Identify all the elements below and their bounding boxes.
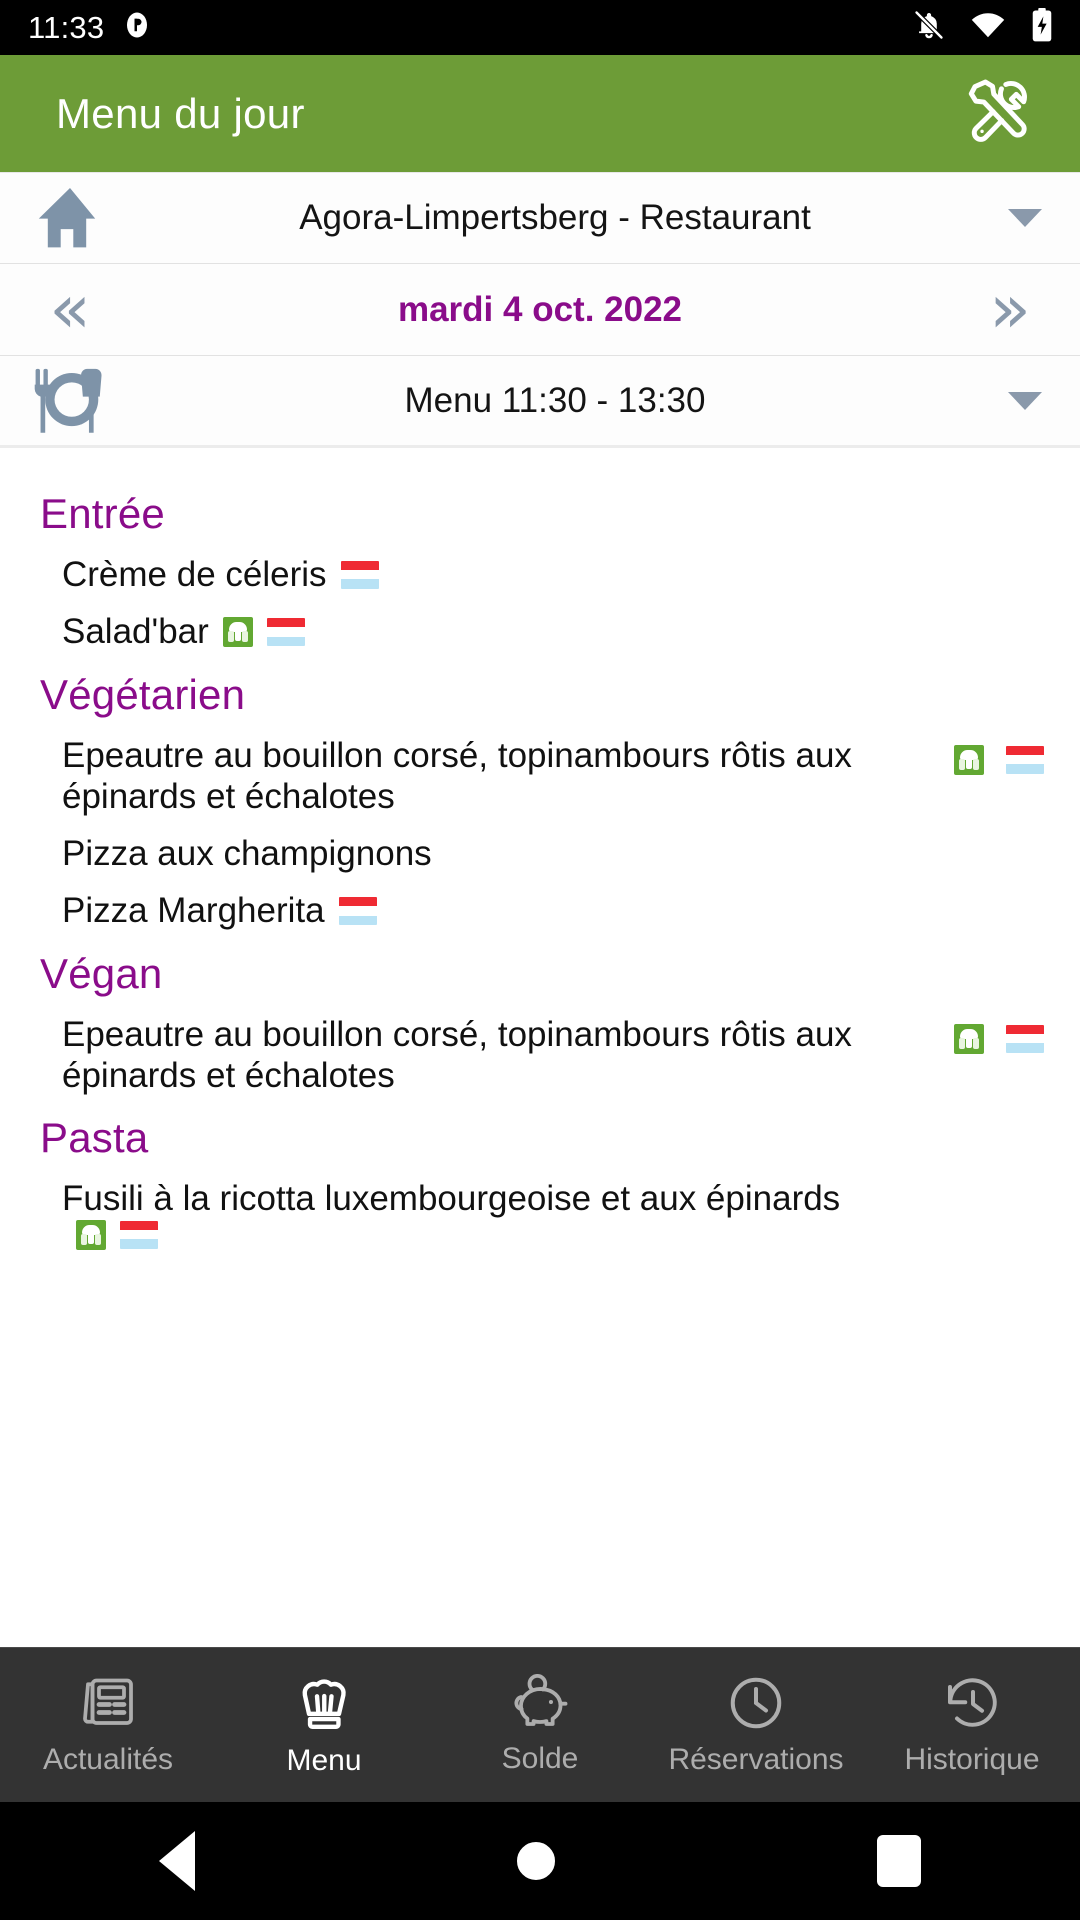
menu-content: Entrée Crème de céleris Salad'bar Végétarie…	[0, 448, 1080, 1647]
luxembourg-flag-icon	[1006, 1024, 1044, 1053]
phone-screen: 11:33 Menu du jour Agora-Limpertsberg - …	[0, 0, 1080, 1920]
chevron-down-icon[interactable]	[970, 209, 1080, 227]
battery-charging-icon	[1030, 8, 1054, 47]
history-icon	[942, 1673, 1002, 1733]
menu-section: Pasta Fusili à la ricotta luxembourgeoise…	[0, 1114, 1080, 1250]
status-bar: 11:33	[0, 0, 1080, 55]
menu-dish-row: Epeautre au bouillon corsé, topinambours…	[0, 1014, 1080, 1097]
next-day-button[interactable]: »	[940, 275, 1080, 344]
dish-name: Pizza Margherita	[62, 891, 325, 931]
cutlery-icon	[0, 366, 140, 436]
luxembourg-flag-icon	[120, 1220, 158, 1249]
current-date: mardi 4 oct. 2022	[397, 289, 683, 329]
status-bar-right	[912, 8, 1054, 47]
section-title: Végan	[40, 949, 163, 997]
bottom-nav-label: Historique	[904, 1743, 1040, 1776]
dish-badges	[954, 1014, 1044, 1054]
newspaper-icon	[78, 1673, 138, 1733]
chef-hat-icon	[293, 1672, 355, 1734]
dish-name: Salad'bar	[62, 612, 209, 652]
dish-badges	[76, 1219, 158, 1250]
app-bar: Menu du jour	[0, 55, 1080, 172]
menu-dish-row: Crème de céleris	[0, 554, 1080, 595]
dish-name: Crème de céleris	[62, 555, 327, 594]
menu-dish-row: Epeautre au bouillon corsé, topinambours…	[0, 735, 1080, 818]
bottom-nav-label: Menu	[286, 1744, 362, 1777]
vegetarian-badge-icon	[222, 616, 253, 647]
luxembourg-flag-icon	[340, 560, 379, 589]
dish-badges	[338, 897, 377, 926]
status-bar-clock: 11:33	[28, 10, 105, 45]
menu-dish-row: Fusili à la ricotta luxembourgeoise et a…	[0, 1178, 1080, 1250]
meal-period-selector[interactable]: Menu 11:30 - 13:30	[0, 356, 1080, 448]
bottom-nav-item-menu[interactable]: Menu	[216, 1648, 432, 1802]
tools-icon[interactable]	[948, 64, 1050, 163]
bottom-nav-label: Solde	[501, 1742, 579, 1775]
home-circle-icon[interactable]	[511, 1837, 560, 1885]
dish-name: Epeautre au bouillon corsé, topinambours…	[62, 1014, 852, 1096]
vegetarian-badge-icon	[954, 744, 984, 775]
notifications-off-icon	[912, 8, 946, 47]
back-triangle-icon[interactable]	[158, 1831, 195, 1891]
app-notification-icon	[122, 10, 152, 45]
bottom-nav-item-actualites[interactable]: Actualités	[0, 1648, 216, 1802]
vegetarian-badge-icon	[76, 1219, 106, 1250]
wifi-icon	[970, 10, 1006, 45]
bottom-nav-item-reservations[interactable]: Réservations	[648, 1648, 864, 1802]
clock-icon	[726, 1673, 786, 1733]
page-title: Menu du jour	[56, 89, 305, 137]
dish-name: Fusili à la ricotta luxembourgeoise et a…	[62, 1179, 841, 1219]
bottom-nav-label: Actualités	[42, 1743, 174, 1776]
luxembourg-flag-icon	[1006, 745, 1044, 774]
menu-dish-row: Salad'bar	[0, 611, 1080, 652]
bottom-navigation: Actualités Menu Solde Réservations Historiqu…	[0, 1647, 1080, 1802]
bottom-nav-label: Réservations	[668, 1743, 844, 1776]
dish-badges	[954, 735, 1044, 775]
dish-name: Pizza aux champignons	[62, 834, 432, 874]
section-title: Pasta	[40, 1114, 149, 1162]
luxembourg-flag-icon	[266, 617, 305, 646]
meal-period: Menu 11:30 - 13:30	[404, 380, 706, 420]
date-navigator: « mardi 4 oct. 2022 »	[0, 264, 1080, 356]
menu-dish-row: Pizza Margherita	[0, 890, 1080, 931]
bottom-nav-item-solde[interactable]: Solde	[432, 1648, 648, 1802]
restaurant-name: Agora-Limpertsberg - Restaurant	[299, 198, 811, 237]
restaurant-selector[interactable]: Agora-Limpertsberg - Restaurant	[0, 172, 1080, 264]
recents-square-icon[interactable]	[877, 1835, 922, 1887]
menu-section: Végétarien Epeautre au bouillon corsé, to…	[0, 671, 1080, 932]
section-title: Végétarien	[40, 670, 246, 718]
dish-name: Epeautre au bouillon corsé, topinambours…	[62, 735, 852, 816]
menu-section: Entrée Crème de céleris Salad'bar	[0, 490, 1080, 653]
home-icon	[0, 185, 140, 251]
piggy-bank-icon	[509, 1674, 571, 1732]
status-bar-left: 11:33	[28, 10, 152, 45]
chevron-down-icon[interactable]	[970, 391, 1080, 410]
android-system-nav	[0, 1802, 1080, 1920]
dish-badges	[340, 560, 379, 589]
previous-day-button[interactable]: «	[0, 275, 140, 344]
menu-dish-row: Pizza aux champignons	[0, 833, 1080, 874]
bottom-nav-item-historique[interactable]: Historique	[864, 1648, 1080, 1802]
dish-badges	[222, 616, 305, 647]
menu-section: Végan Epeautre au bouillon corsé, topinam…	[0, 950, 1080, 1097]
section-title: Entrée	[40, 490, 165, 537]
luxembourg-flag-icon	[338, 897, 377, 926]
vegetarian-badge-icon	[954, 1023, 984, 1054]
